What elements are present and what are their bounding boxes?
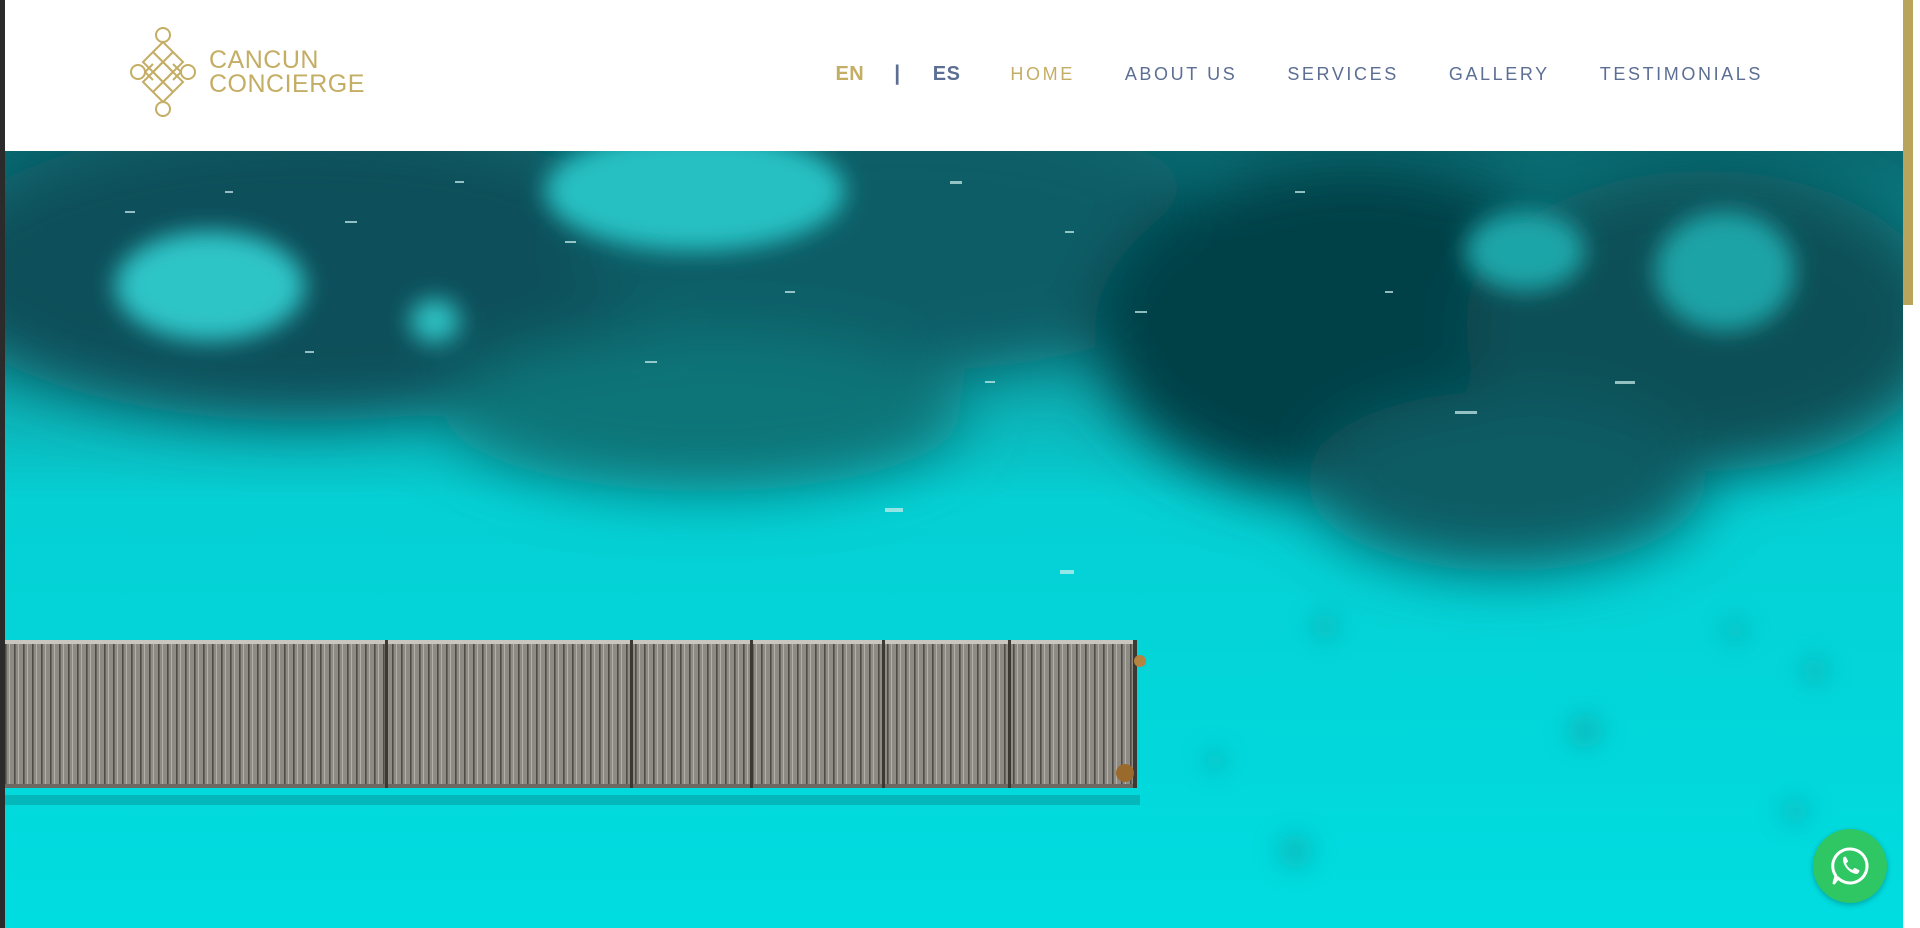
scrollbar-thumb[interactable] bbox=[1903, 0, 1913, 305]
site-header: CANCUN CONCIERGE EN | ES HOME ABOUT US S… bbox=[5, 0, 1903, 151]
whatsapp-button[interactable] bbox=[1813, 829, 1887, 903]
brand-logo[interactable]: CANCUN CONCIERGE bbox=[129, 26, 365, 118]
hero-video bbox=[5, 151, 1903, 928]
lang-es-link[interactable]: ES bbox=[933, 63, 961, 86]
hero-aerial-image bbox=[5, 151, 1903, 928]
brand-name: CANCUN CONCIERGE bbox=[209, 46, 365, 98]
nav-testimonials[interactable]: TESTIMONIALS bbox=[1600, 64, 1763, 85]
wooden-pier bbox=[5, 640, 1146, 788]
page-scrollbar[interactable] bbox=[1903, 0, 1920, 928]
main-nav: EN | ES HOME ABOUT US SERVICES GALLERY T… bbox=[835, 62, 1763, 86]
page-frame: CANCUN CONCIERGE EN | ES HOME ABOUT US S… bbox=[5, 0, 1903, 928]
pier-shadow bbox=[5, 795, 1140, 805]
whatsapp-icon bbox=[1831, 847, 1869, 885]
lang-separator: | bbox=[894, 62, 903, 85]
nav-services[interactable]: SERVICES bbox=[1287, 64, 1399, 85]
nav-gallery[interactable]: GALLERY bbox=[1449, 64, 1550, 85]
nav-home[interactable]: HOME bbox=[1010, 64, 1074, 85]
nav-about-us[interactable]: ABOUT US bbox=[1125, 64, 1238, 85]
knot-logo-icon bbox=[130, 27, 196, 117]
brand-line-1: CANCUN bbox=[209, 46, 319, 74]
brand-line-2: CONCIERGE bbox=[209, 70, 365, 98]
lang-en-link[interactable]: EN bbox=[835, 63, 864, 86]
